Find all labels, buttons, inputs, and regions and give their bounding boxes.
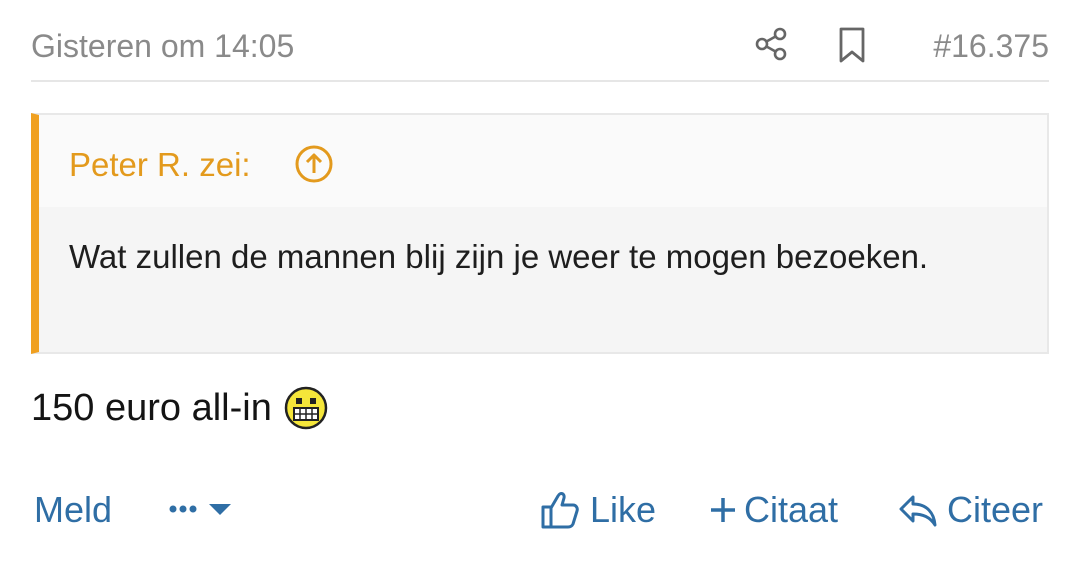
report-label: Meld — [34, 489, 113, 530]
share-icon[interactable] — [753, 26, 789, 62]
grinning-smiley-icon — [284, 386, 328, 430]
quote-header: Peter R. zei: — [39, 115, 1047, 207]
quote-block: Peter R. zei: Wat zullen de mannen blij … — [31, 113, 1049, 354]
arrow-up-circle-icon[interactable] — [294, 144, 334, 184]
reply-label: Citeer — [947, 489, 1044, 530]
bookmark-icon[interactable] — [836, 26, 868, 64]
quote-author-link[interactable]: Peter R. zei: — [69, 145, 251, 185]
thumbs-up-icon — [541, 492, 579, 529]
multiquote-label: Citaat — [744, 489, 839, 530]
like-label: Like — [590, 489, 657, 530]
more-options-button[interactable] — [168, 494, 234, 524]
report-button[interactable]: Meld — [34, 488, 112, 532]
post-actions: Meld Like Citaat Citeer — [0, 482, 1079, 542]
post-message-text: 150 euro all-in — [31, 387, 272, 429]
reply-arrow-icon — [899, 495, 937, 527]
post-message: 150 euro all-in — [31, 384, 328, 432]
like-button[interactable]: Like — [540, 488, 656, 532]
quote-text: Wat zullen de mannen blij zijn je weer t… — [69, 238, 929, 275]
caret-down-icon — [209, 504, 231, 515]
post-timestamp[interactable]: Gisteren om 14:05 — [31, 27, 294, 65]
multiquote-button[interactable]: Citaat — [708, 488, 838, 532]
reply-button[interactable]: Citeer — [897, 488, 1043, 532]
post-number-link[interactable]: #16.375 — [933, 27, 1049, 65]
post-header: Gisteren om 14:05 #16.375 — [31, 0, 1049, 82]
more-dots-icon — [169, 505, 197, 513]
plus-icon — [711, 498, 735, 522]
